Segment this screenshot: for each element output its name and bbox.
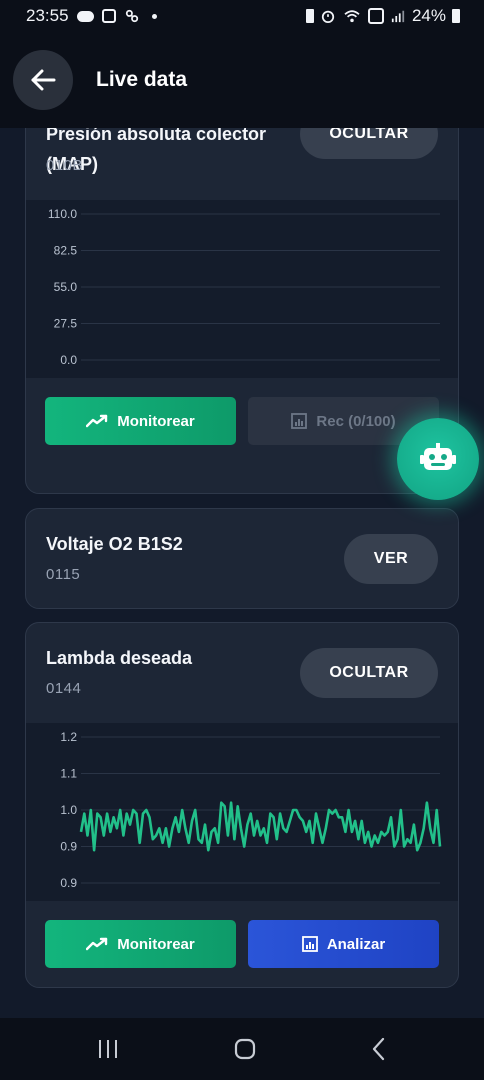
chart-lambda-svg: 1.2 1.1 1.0 0.9 0.9	[60, 730, 442, 890]
y-tick-label: 0.9	[60, 840, 77, 854]
status-time: 23:55	[26, 6, 69, 25]
back-button[interactable]	[13, 50, 73, 110]
chart-map-svg: 110.0 82.5 55.0 27.5 0.0	[48, 207, 440, 367]
volte-icon	[367, 8, 384, 24]
record-label: Rec (0/100)	[316, 412, 396, 430]
chart-icon	[291, 413, 308, 429]
assistant-fab[interactable]	[397, 418, 479, 500]
alarm-icon	[321, 10, 335, 23]
cloud-icon	[76, 10, 94, 22]
pid-code: 0115	[46, 566, 81, 583]
monitor-label: Monitorear	[117, 412, 195, 430]
monitor-button[interactable]: Monitorear	[45, 397, 236, 445]
y-tick-label: 27.5	[54, 317, 78, 331]
pid-card-o2: Voltaje O2 B1S2 0115 VER	[25, 508, 459, 609]
link-icon	[125, 9, 138, 23]
y-tick-label: 1.1	[60, 767, 77, 781]
hide-button[interactable]: OCULTAR	[300, 648, 438, 698]
analyze-button[interactable]: Analizar	[248, 920, 439, 968]
y-tick-label: 55.0	[54, 280, 78, 294]
status-bar: 23:55 24%	[0, 0, 484, 32]
pid-code: 0144	[46, 680, 82, 697]
dot-icon	[151, 13, 157, 19]
chart-icon	[301, 936, 318, 952]
chart-lambda: 1.2 1.1 1.0 0.9 0.9	[26, 723, 458, 901]
app-bar: Live data	[0, 32, 484, 128]
battery-saver-icon	[305, 9, 314, 23]
battery-icon	[452, 9, 460, 23]
pid-title: Presión absoluta colector (MAP)	[46, 128, 267, 174]
robot-icon	[420, 443, 456, 470]
chart-map: 110.0 82.5 55.0 27.5 0.0	[26, 200, 458, 378]
y-tick-label: 0.0	[60, 353, 77, 367]
monitor-button[interactable]: Monitorear	[45, 920, 236, 968]
pid-code: 010B	[46, 157, 84, 174]
trend-icon	[86, 414, 108, 428]
y-tick-label: 1.0	[60, 803, 77, 817]
wifi-icon	[344, 10, 360, 23]
pid-card-lambda: Lambda deseada 0144 OCULTAR 1.2 1.1 1.0 0.9…	[25, 622, 459, 988]
trend-icon	[86, 937, 108, 951]
monitor-label: Monitorear	[117, 935, 195, 953]
pid-card-map: Presión absoluta colector (MAP) 010B OCU…	[25, 128, 459, 494]
pid-title: Voltaje O2 B1S2	[46, 534, 183, 554]
analyze-label: Analizar	[326, 935, 386, 953]
live-data-list[interactable]: Presión absoluta colector (MAP) 010B OCU…	[0, 128, 484, 1018]
y-tick-label: 82.5	[54, 244, 78, 258]
battery-percent: 24%	[411, 6, 446, 25]
arrow-left-icon	[31, 69, 56, 91]
signal-icon	[391, 10, 405, 23]
y-tick-label: 1.2	[60, 730, 77, 744]
page-title: Live data	[96, 68, 188, 91]
pid-title: Lambda deseada	[46, 648, 193, 668]
recents-icon[interactable]	[97, 1038, 119, 1060]
back-icon[interactable]	[371, 1037, 387, 1061]
hide-button[interactable]: OCULTAR	[300, 128, 438, 159]
y-tick-label: 110.0	[48, 207, 77, 221]
system-nav-bar	[0, 1018, 484, 1080]
home-icon[interactable]	[233, 1037, 257, 1061]
y-tick-label: 0.9	[60, 876, 77, 890]
image-icon	[101, 9, 116, 23]
show-button[interactable]: VER	[344, 534, 438, 584]
